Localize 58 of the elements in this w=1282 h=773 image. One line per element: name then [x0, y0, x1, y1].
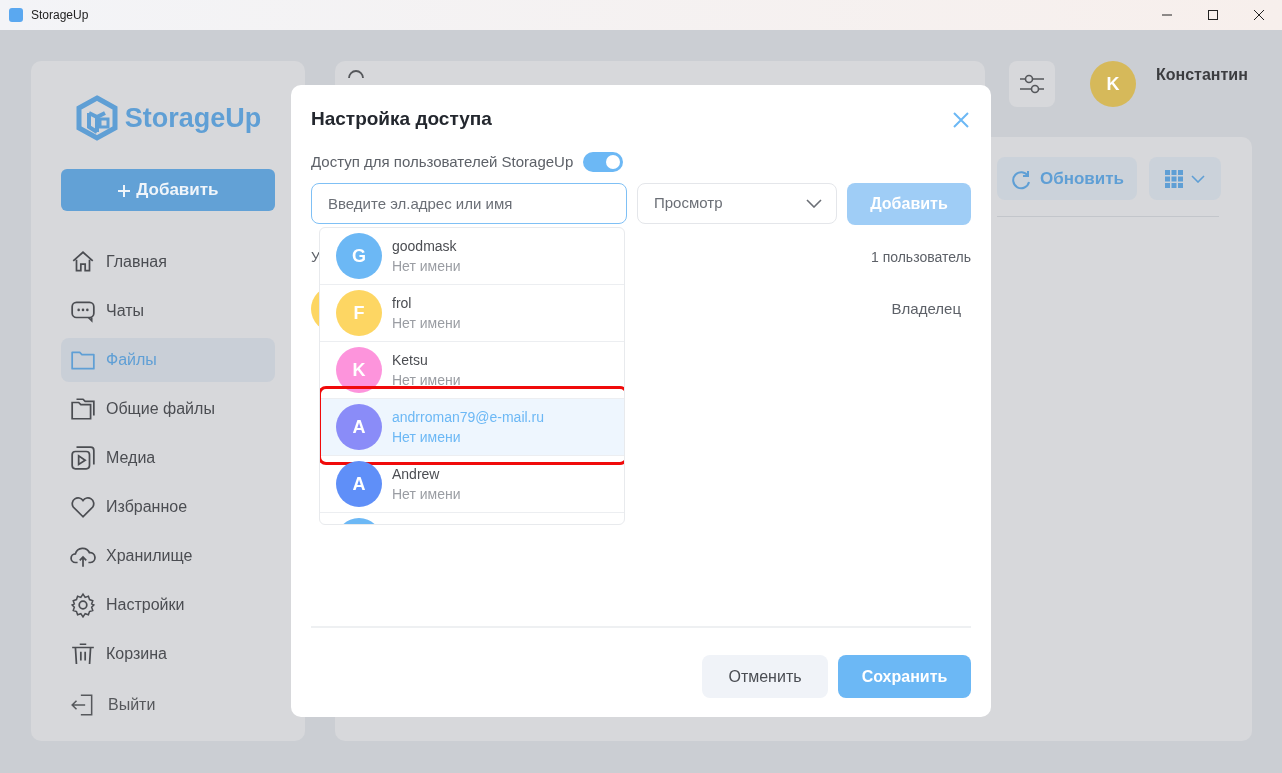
user-fullname: Нет имени — [392, 428, 462, 447]
logo-icon — [74, 95, 119, 141]
user-name: Константин — [1156, 65, 1248, 85]
user-avatar: A — [336, 461, 382, 507]
sidebar-item[interactable]: Чаты — [61, 289, 275, 333]
user-login: andrroman79@e-mail.ru — [392, 408, 544, 427]
logo-text: StorageUp — [124, 101, 262, 135]
sidebar-item[interactable]: Избранное — [61, 485, 275, 529]
chevron-down-icon — [1191, 174, 1205, 183]
user-fullname: Нет имени — [392, 485, 461, 504]
grid-icon — [1165, 169, 1183, 188]
section-label: У — [311, 248, 320, 267]
sidebar-item[interactable]: Хранилище — [61, 534, 275, 578]
view-toggle-button[interactable] — [1149, 157, 1221, 200]
dialog-title: Настройка доступа — [311, 107, 492, 131]
suggestion-item[interactable]: G goodmask Нет имени — [320, 228, 624, 285]
suggestion-item[interactable]: A Andrew Нет имени — [320, 456, 624, 513]
trash-icon — [70, 641, 96, 664]
filter-button[interactable] — [1009, 61, 1055, 107]
sidebar-item[interactable]: Главная — [61, 240, 275, 284]
user-avatar: G — [336, 233, 382, 279]
cancel-button[interactable]: Отменить — [702, 655, 828, 698]
heart-icon — [70, 494, 96, 520]
user-login: Andrew — [392, 465, 441, 484]
role-select[interactable]: Просмотр — [637, 183, 837, 224]
user-avatar: F — [336, 290, 382, 336]
user-login: frol — [392, 294, 413, 313]
user-avatar: K — [336, 347, 382, 393]
email-input[interactable]: Введите эл.адрес или имя — [311, 183, 627, 224]
media-icon — [70, 445, 96, 471]
user-count: 1 пользователь — [870, 248, 971, 267]
maximize-icon — [1207, 9, 1219, 21]
app-icon — [9, 8, 23, 22]
user-login: goodmask — [392, 237, 458, 256]
window-title: StorageUp — [31, 7, 89, 24]
folders-icon — [70, 396, 96, 422]
settings-icon — [70, 592, 96, 618]
chat-icon — [70, 298, 96, 324]
sidebar-item[interactable]: Медиа — [61, 436, 275, 480]
user-fullname: Нет имени — [392, 257, 461, 276]
close-icon — [1253, 9, 1265, 21]
toggle-label: Доступ для пользователей StorageUp — [311, 151, 574, 172]
user-avatar: A — [336, 404, 382, 450]
suggestion-item[interactable]: F frol Нет имени — [320, 285, 624, 342]
chevron-down-icon — [806, 199, 822, 208]
user-fullname: Нет имени — [392, 314, 461, 333]
logout-button[interactable]: Выйти — [61, 691, 275, 719]
access-toggle[interactable] — [583, 151, 624, 172]
owner-role: Владелец — [891, 298, 961, 319]
plus-icon — [117, 183, 132, 198]
close-icon — [953, 111, 969, 128]
sidebar-item[interactable]: Общие файлы — [61, 387, 275, 431]
user-login: Ketsu — [392, 351, 429, 370]
sidebar-item[interactable]: Настройки — [61, 583, 275, 627]
user-fullname: Нет имени — [392, 371, 461, 390]
sidebar-item[interactable]: Корзина — [61, 632, 275, 664]
home-icon — [70, 249, 96, 275]
sliders-icon — [1018, 72, 1046, 96]
